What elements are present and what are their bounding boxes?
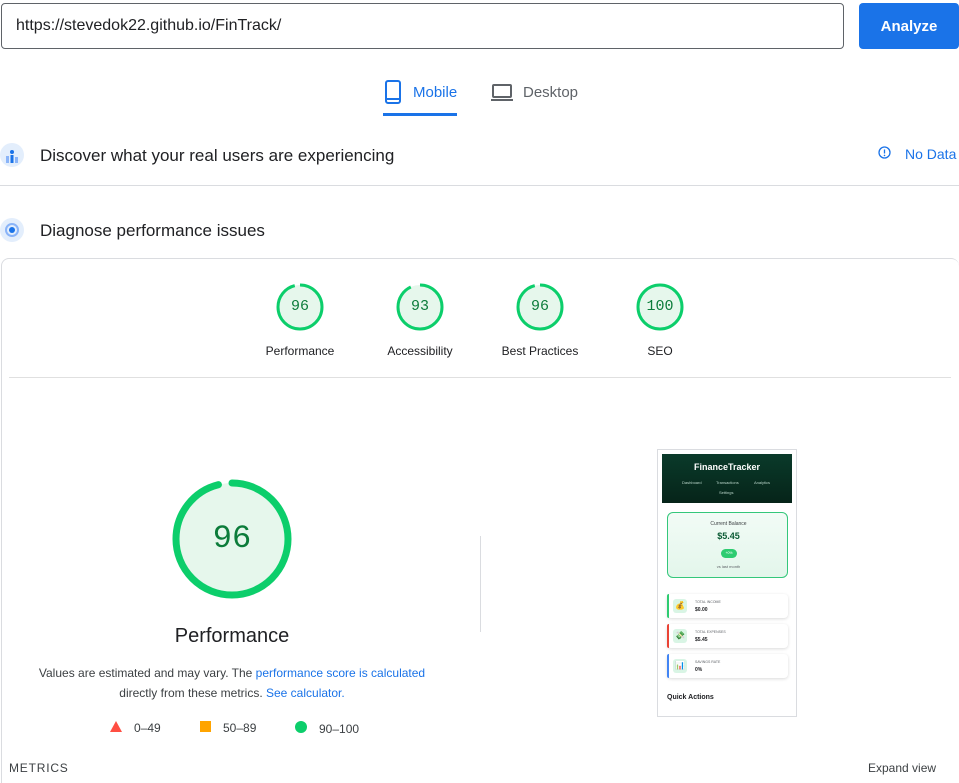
balance-card: Current Balance $5.45 +0% vs last month: [667, 512, 788, 578]
legend-average-label: 50–89: [223, 721, 257, 735]
quick-actions-heading: Quick Actions: [667, 694, 714, 701]
app-brand: FinanceTracker: [693, 462, 761, 472]
stat-title: TOTAL EXPENSES: [695, 630, 726, 634]
desc-middle: directly from these metrics.: [119, 686, 263, 700]
vertical-divider: [480, 536, 481, 632]
gauge-score: 93: [410, 298, 429, 315]
tab-mobile-label: Mobile: [413, 84, 458, 101]
balance-compare: vs last month: [716, 564, 741, 569]
stat-card-income: 💰 TOTAL INCOME $0.00: [667, 594, 788, 618]
diagnose-heading: Diagnose performance issues: [40, 221, 265, 240]
no-data-link[interactable]: No Data: [878, 146, 956, 162]
performance-description: Values are estimated and may vary. The p…: [20, 663, 444, 703]
diagnose-gauge-icon: [0, 218, 24, 242]
stat-card-expenses: 💸 TOTAL EXPENSES $5.45: [667, 624, 788, 648]
desc-prefix: Values are estimated and may vary. The: [38, 666, 256, 680]
metrics-heading: METRICS: [9, 761, 69, 775]
gauge-score: 96: [530, 298, 549, 315]
bar-chart-icon: 📊: [673, 659, 687, 673]
gauge-label: Performance: [265, 344, 335, 358]
app-nav-item: Transactions: [716, 480, 739, 485]
balance-label: Current Balance: [710, 521, 747, 527]
no-data-label: No Data: [905, 146, 957, 162]
see-calculator-link[interactable]: See calculator.: [266, 686, 345, 700]
balance-change-badge: +0%: [721, 549, 737, 558]
app-nav-item: Analytics: [754, 480, 771, 485]
money-wings-icon: 💸: [673, 629, 687, 643]
stat-value: $0.00: [695, 607, 708, 613]
gauge-label: Accessibility: [387, 344, 453, 358]
circle-icon: [295, 721, 307, 736]
gauge-performance[interactable]: 96 Performance: [240, 283, 360, 358]
info-icon: [878, 146, 891, 162]
url-input[interactable]: [1, 3, 844, 49]
tab-mobile[interactable]: Mobile: [383, 80, 457, 116]
performance-big-score: 96: [212, 520, 252, 557]
stat-card-savings: 📊 SAVINGS RATE 0%: [667, 654, 788, 678]
legend-good-label: 90–100: [319, 721, 360, 736]
expand-view-toggle[interactable]: Expand view: [868, 761, 936, 775]
gauge-score: 96: [290, 298, 309, 315]
tab-desktop[interactable]: Desktop: [491, 80, 586, 116]
gauge-best-practices[interactable]: 96 Best Practices: [480, 283, 600, 358]
real-users-heading: Discover what your real users are experi…: [40, 146, 395, 165]
legend-good: 90–100: [295, 721, 359, 736]
gauge-accessibility[interactable]: 93 Accessibility: [360, 283, 480, 358]
app-nav-item: Dashboard: [682, 480, 702, 485]
gauges-divider: [9, 377, 951, 378]
stat-title: TOTAL INCOME: [695, 600, 721, 604]
desktop-device-icon: [491, 80, 513, 104]
legend-average: 50–89: [200, 721, 256, 735]
mobile-device-icon: [383, 80, 403, 104]
performance-title: Performance: [174, 625, 290, 647]
stat-value: 0%: [695, 667, 703, 673]
tab-desktop-label: Desktop: [523, 84, 579, 101]
legend-poor-label: 0–49: [134, 721, 161, 735]
score-calculated-link[interactable]: performance score is calculated: [256, 666, 425, 680]
gauge-label: Best Practices: [501, 344, 579, 358]
app-nav-item: Settings: [719, 490, 734, 495]
gauge-seo[interactable]: 100 SEO: [600, 283, 720, 358]
stat-title: SAVINGS RATE: [695, 660, 721, 664]
triangle-icon: [110, 721, 122, 735]
gauge-label: SEO: [647, 344, 673, 358]
crux-users-icon: [0, 143, 24, 167]
final-screenshot-thumbnail[interactable]: FinanceTracker Dashboard Transactions An…: [657, 449, 797, 717]
gauge-score: 100: [646, 298, 674, 315]
stat-value: $5.45: [695, 637, 708, 643]
square-icon: [200, 721, 211, 735]
legend-poor: 0–49: [110, 721, 161, 735]
balance-value: $5.45: [717, 531, 740, 541]
analyze-button[interactable]: Analyze: [859, 3, 959, 49]
section-divider: [0, 185, 959, 186]
app-header: FinanceTracker Dashboard Transactions An…: [662, 454, 792, 503]
money-bag-icon: 💰: [673, 599, 687, 613]
